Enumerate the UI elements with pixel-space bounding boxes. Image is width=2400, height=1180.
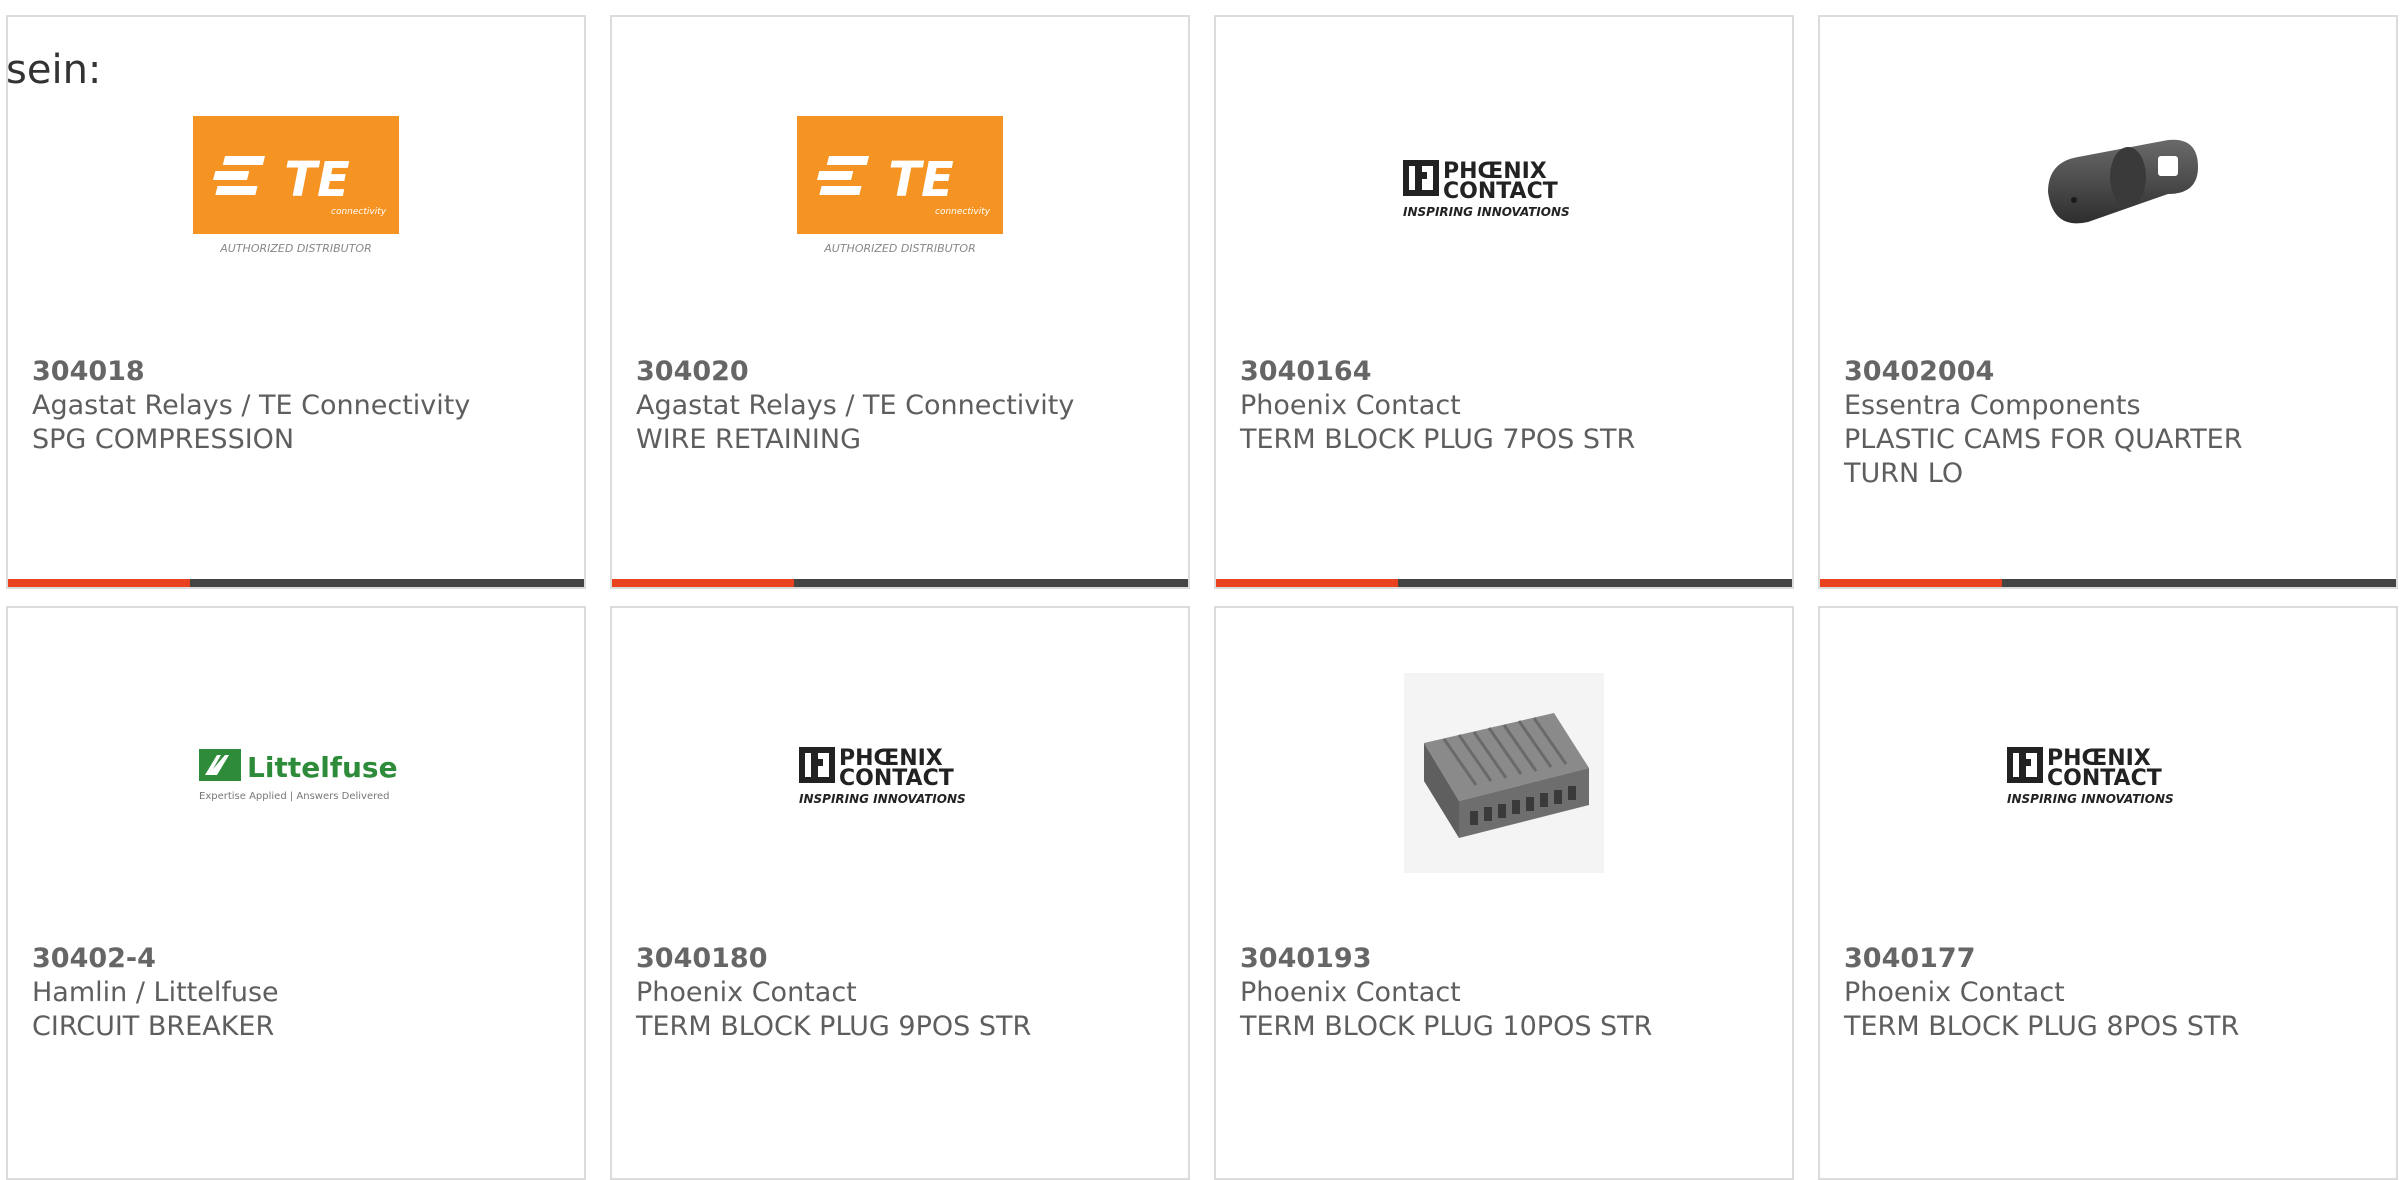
product-grid: TE connectivity AUTHORIZED DISTRIBUTOR 3… bbox=[6, 15, 2400, 1180]
svg-text:INSPIRING INNOVATIONS: INSPIRING INNOVATIONS bbox=[1403, 205, 1570, 219]
svg-text:connectivity: connectivity bbox=[331, 207, 387, 217]
product-image[interactable]: TE connectivity AUTHORIZED DISTRIBUTOR bbox=[612, 97, 1188, 277]
intro-text: sein: bbox=[6, 47, 102, 93]
terminal-block-photo bbox=[1404, 673, 1604, 873]
svg-text:Littelfuse: Littelfuse bbox=[247, 751, 398, 784]
card-accent-bar bbox=[1820, 579, 2002, 587]
phoenix-contact-logo: PHŒNIX CONTACT INSPIRING INNOVATIONS bbox=[2007, 746, 2174, 806]
svg-text:AUTHORIZED DISTRIBUTOR: AUTHORIZED DISTRIBUTOR bbox=[219, 242, 372, 255]
description: SPG COMPRESSION bbox=[32, 424, 295, 455]
product-card[interactable]: Littelfuse Expertise Applied | Answers D… bbox=[6, 606, 586, 1180]
manufacturer: Phoenix Contact bbox=[1240, 977, 1461, 1008]
product-card[interactable]: PHŒNIX CONTACT INSPIRING INNOVATIONS 304… bbox=[610, 606, 1190, 1180]
description: TERM BLOCK PLUG 10POS STR bbox=[1240, 1011, 1653, 1042]
phoenix-contact-logo: PHŒNIX CONTACT INSPIRING INNOVATIONS bbox=[799, 746, 966, 806]
product-image[interactable]: PHŒNIX CONTACT INSPIRING INNOVATIONS bbox=[1216, 97, 1792, 277]
description: CIRCUIT BREAKER bbox=[32, 1011, 275, 1042]
svg-text:TE: TE bbox=[888, 152, 954, 208]
part-number[interactable]: 3040193 bbox=[1240, 942, 1772, 976]
product-image[interactable]: Littelfuse Expertise Applied | Answers D… bbox=[8, 684, 584, 864]
card-bottom-bar bbox=[8, 579, 584, 587]
product-card[interactable]: TE connectivity AUTHORIZED DISTRIBUTOR 3… bbox=[610, 15, 1190, 589]
phoenix-contact-logo: PHŒNIX CONTACT INSPIRING INNOVATIONS bbox=[1403, 159, 1570, 219]
product-card[interactable]: TE connectivity AUTHORIZED DISTRIBUTOR 3… bbox=[6, 15, 586, 589]
part-number[interactable]: 3040180 bbox=[636, 942, 1168, 976]
manufacturer: Agastat Relays / TE Connectivity bbox=[636, 390, 1075, 421]
product-card[interactable]: PHŒNIX CONTACT INSPIRING INNOVATIONS 304… bbox=[1818, 606, 2398, 1180]
card-bottom-bar bbox=[1216, 579, 1792, 587]
te-logo: TE connectivity AUTHORIZED DISTRIBUTOR bbox=[797, 116, 1003, 255]
manufacturer: Hamlin / Littelfuse bbox=[32, 977, 279, 1008]
card-bottom-bar bbox=[1820, 579, 2396, 587]
svg-text:INSPIRING INNOVATIONS: INSPIRING INNOVATIONS bbox=[2007, 792, 2174, 806]
part-number[interactable]: 3040177 bbox=[1844, 942, 2376, 976]
part-number[interactable]: 304020 bbox=[636, 355, 1168, 389]
description: PLASTIC CAMS FOR QUARTER TURN LO bbox=[1844, 424, 2243, 489]
plastic-cam-photo bbox=[2048, 139, 2198, 224]
card-accent-bar bbox=[8, 579, 190, 587]
description: TERM BLOCK PLUG 7POS STR bbox=[1240, 424, 1636, 455]
card-accent-bar bbox=[612, 579, 794, 587]
svg-text:CONTACT: CONTACT bbox=[2047, 766, 2162, 791]
svg-text:CONTACT: CONTACT bbox=[839, 766, 954, 791]
svg-text:TE: TE bbox=[284, 152, 350, 208]
svg-text:connectivity: connectivity bbox=[935, 207, 991, 217]
card-bottom-bar bbox=[612, 579, 1188, 587]
product-image[interactable] bbox=[1820, 97, 2396, 277]
product-card[interactable]: 3040193 Phoenix Contact TERM BLOCK PLUG … bbox=[1214, 606, 1794, 1180]
product-image[interactable]: PHŒNIX CONTACT INSPIRING INNOVATIONS bbox=[612, 684, 1188, 864]
manufacturer: Essentra Components bbox=[1844, 390, 2141, 421]
description: TERM BLOCK PLUG 8POS STR bbox=[1844, 1011, 2240, 1042]
svg-text:CONTACT: CONTACT bbox=[1443, 179, 1558, 204]
manufacturer: Phoenix Contact bbox=[1844, 977, 2065, 1008]
description: WIRE RETAINING bbox=[636, 424, 861, 455]
manufacturer: Phoenix Contact bbox=[636, 977, 857, 1008]
part-number[interactable]: 30402-4 bbox=[32, 942, 564, 976]
manufacturer: Agastat Relays / TE Connectivity bbox=[32, 390, 471, 421]
description: TERM BLOCK PLUG 9POS STR bbox=[636, 1011, 1032, 1042]
product-image[interactable]: PHŒNIX CONTACT INSPIRING INNOVATIONS bbox=[1820, 684, 2396, 864]
littelfuse-logo: Littelfuse Expertise Applied | Answers D… bbox=[199, 749, 398, 802]
part-number[interactable]: 304018 bbox=[32, 355, 564, 389]
svg-text:INSPIRING INNOVATIONS: INSPIRING INNOVATIONS bbox=[799, 792, 966, 806]
part-number[interactable]: 30402004 bbox=[1844, 355, 2376, 389]
product-card[interactable]: PHŒNIX CONTACT INSPIRING INNOVATIONS 304… bbox=[1214, 15, 1794, 589]
te-logo: TE connectivity AUTHORIZED DISTRIBUTOR bbox=[193, 116, 399, 255]
product-image[interactable] bbox=[1216, 668, 1792, 878]
part-number[interactable]: 3040164 bbox=[1240, 355, 1772, 389]
card-accent-bar bbox=[1216, 579, 1398, 587]
manufacturer: Phoenix Contact bbox=[1240, 390, 1461, 421]
svg-text:AUTHORIZED DISTRIBUTOR: AUTHORIZED DISTRIBUTOR bbox=[823, 242, 976, 255]
svg-text:Expertise Applied | Answers De: Expertise Applied | Answers Delivered bbox=[199, 791, 390, 802]
product-card[interactable]: 30402004 Essentra Components PLASTIC CAM… bbox=[1818, 15, 2398, 589]
product-image[interactable]: TE connectivity AUTHORIZED DISTRIBUTOR bbox=[8, 97, 584, 277]
